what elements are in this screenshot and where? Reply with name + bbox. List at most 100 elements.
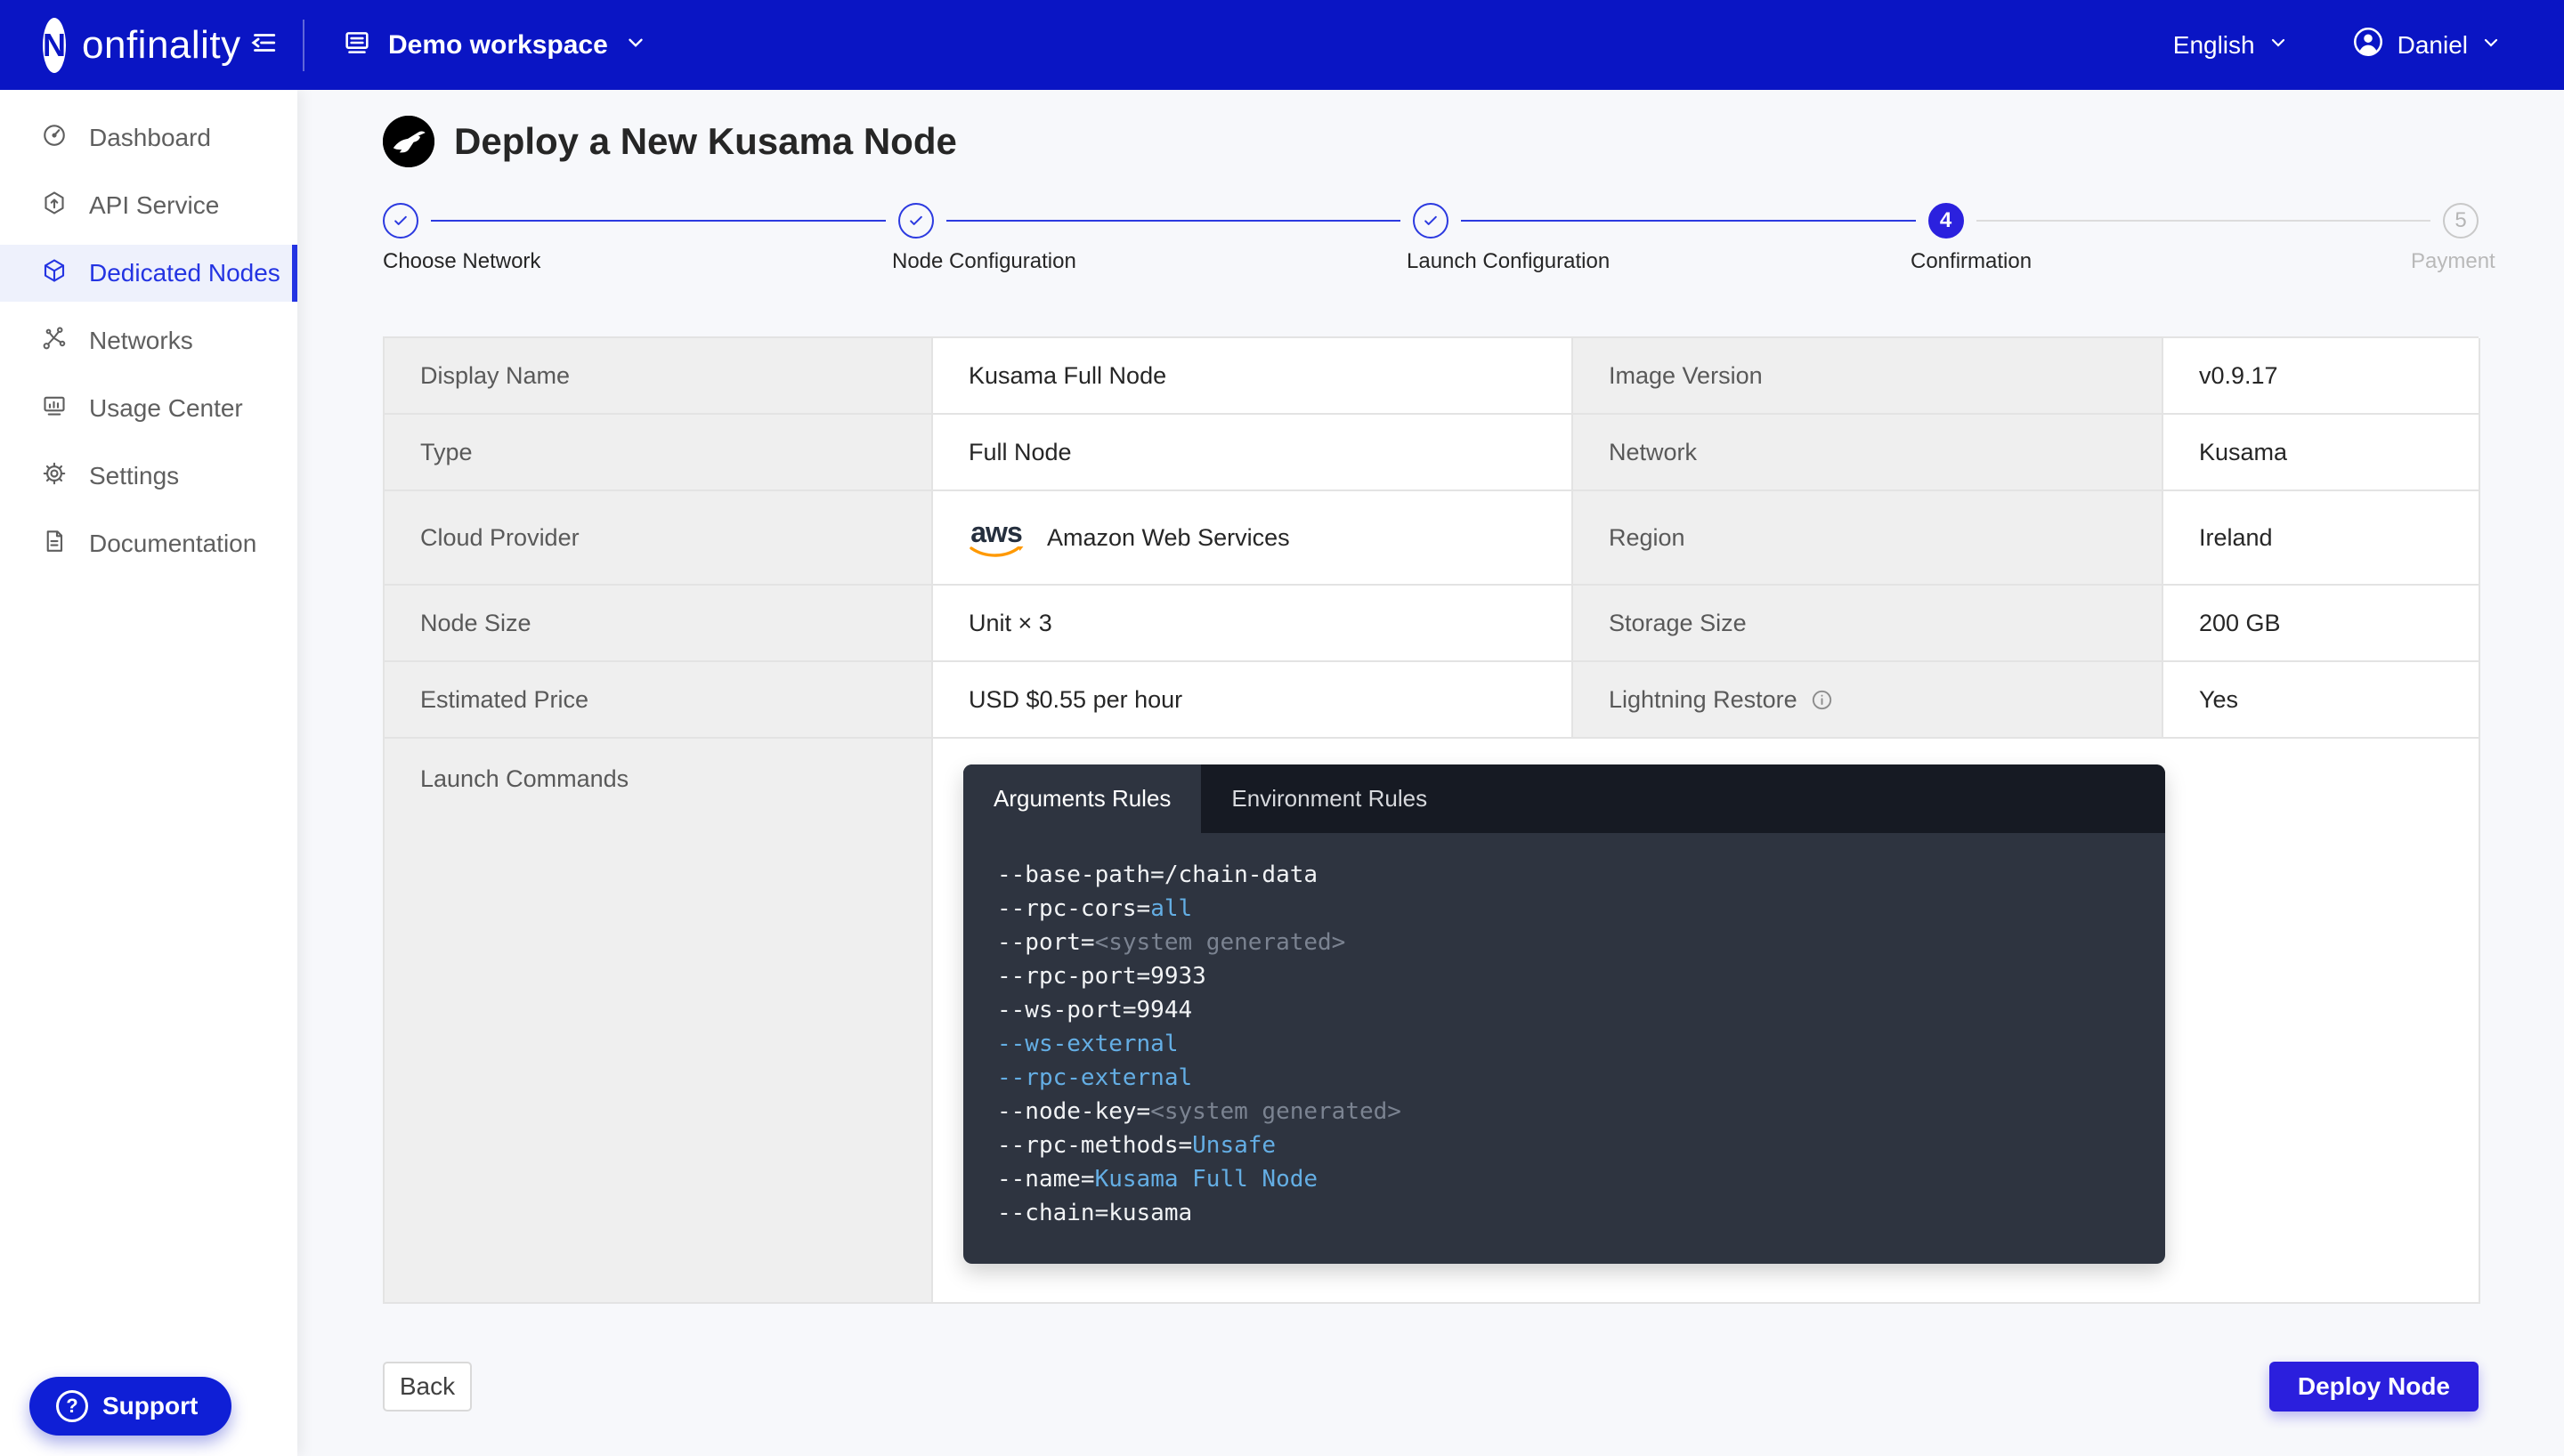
tab-label: Environment Rules: [1231, 785, 1427, 813]
code-line: --name=Kusama Full Node: [997, 1162, 2165, 1196]
tab-environment-rules[interactable]: Environment Rules: [1201, 764, 1457, 833]
code-text: <system generated>: [1095, 929, 1346, 956]
sidebar-item-label: Networks: [89, 327, 193, 355]
info-circle-icon[interactable]: [1810, 688, 1834, 712]
onfinality-logo[interactable]: N onfinality: [0, 18, 233, 73]
code-line: --chain=kusama: [997, 1196, 2165, 1230]
step-label-choose-network: Choose Network: [383, 249, 540, 274]
code-text: --node-key=: [997, 1098, 1150, 1125]
code-text: all: [1150, 895, 1192, 922]
brand-name: onfinality: [82, 23, 241, 68]
cell-label: Region: [1609, 524, 1685, 552]
dashboard-icon: [41, 122, 68, 155]
usage-center-icon: [41, 392, 68, 425]
kusama-logo-icon: [383, 116, 434, 167]
stepper-labels: Choose Network Node Configuration Launch…: [383, 249, 2479, 288]
sidebar-item-label: Documentation: [89, 530, 256, 558]
label-image-version: Image Version: [1573, 338, 2163, 415]
cell-label: Cloud Provider: [420, 524, 580, 552]
check-icon: [907, 212, 925, 230]
gear-icon: [41, 460, 68, 493]
code-line: --rpc-cors=all: [997, 892, 2165, 926]
value-cloud-provider: aws Amazon Web Services: [933, 491, 1573, 586]
cell-value: v0.9.17: [2199, 362, 2278, 390]
deploy-stepper: 4 5 Choose Network Node Configuration La…: [383, 203, 2479, 288]
code-text: --rpc-external: [997, 1064, 1192, 1091]
sidebar-item-dedicated-nodes[interactable]: Dedicated Nodes: [0, 245, 297, 302]
code-line: --rpc-methods=Unsafe: [997, 1128, 2165, 1162]
tab-arguments-rules[interactable]: Arguments Rules: [963, 764, 1201, 833]
back-button[interactable]: Back: [383, 1362, 472, 1412]
check-icon: [392, 212, 410, 230]
label-estimated-price: Estimated Price: [385, 662, 933, 739]
page-header: Deploy a New Kusama Node: [383, 116, 2479, 167]
cloud-provider-value: aws Amazon Web Services: [969, 518, 1290, 558]
step-number: 4: [1940, 208, 1951, 233]
aws-smile-icon: [969, 546, 1024, 558]
arguments-code-block: --base-path=/chain-data --rpc-cors=all -…: [963, 833, 2165, 1230]
page-title: Deploy a New Kusama Node: [454, 120, 957, 163]
sidebar-item-networks[interactable]: Networks: [0, 312, 297, 369]
cell-label: Storage Size: [1609, 610, 1747, 637]
launch-commands-panel: Arguments Rules Environment Rules --base…: [963, 764, 2165, 1264]
header-divider: [303, 20, 304, 71]
cell-label: Display Name: [420, 362, 570, 390]
sidebar-item-label: Dashboard: [89, 124, 211, 152]
sidebar-item-dashboard[interactable]: Dashboard: [0, 109, 297, 166]
chevron-down-icon: [624, 31, 647, 59]
sidebar-item-settings[interactable]: Settings: [0, 448, 297, 505]
language-label: English: [2173, 31, 2255, 60]
step-connector: [1461, 220, 1916, 222]
language-selector[interactable]: English: [2173, 31, 2289, 60]
app-window: N onfinality Demo workspace: [0, 0, 2564, 1456]
user-menu[interactable]: Daniel: [2351, 25, 2502, 65]
cell-label: Launch Commands: [420, 765, 629, 793]
sidebar-nav: Dashboard API Service Dedicated Nodes: [0, 90, 297, 1456]
code-text: --port=: [997, 929, 1095, 956]
check-icon: [1422, 212, 1440, 230]
header-right: English Daniel: [2173, 25, 2564, 65]
cell-value: Kusama Full Node: [969, 362, 1166, 390]
sidebar-item-label: API Service: [89, 191, 219, 220]
support-button[interactable]: ? Support: [29, 1377, 231, 1436]
label-display-name: Display Name: [385, 338, 933, 415]
top-header: N onfinality Demo workspace: [0, 0, 2564, 90]
confirmation-summary-table: Display Name Kusama Full Node Image Vers…: [383, 336, 2479, 1304]
value-storage-size: 200 GB: [2163, 586, 2480, 662]
sidebar-item-usage-center[interactable]: Usage Center: [0, 380, 297, 437]
chevron-down-icon: [2480, 31, 2502, 60]
value-lightning-restore: Yes: [2163, 662, 2480, 739]
code-text: --chain=kusama: [997, 1200, 1192, 1226]
sidebar-item-label: Settings: [89, 462, 179, 490]
sidebar-collapse-button[interactable]: [247, 28, 278, 62]
step-circle-payment: 5: [2443, 203, 2479, 239]
step-circle-node-configuration: [898, 203, 934, 239]
label-node-size: Node Size: [385, 586, 933, 662]
launch-rules-tabs: Arguments Rules Environment Rules: [963, 764, 2165, 833]
api-service-icon: [41, 190, 68, 222]
cell-value: USD $0.55 per hour: [969, 686, 1182, 714]
step-connector-pending: [1976, 220, 2431, 222]
sidebar-item-api-service[interactable]: API Service: [0, 177, 297, 234]
code-line: --rpc-port=9933: [997, 959, 2165, 993]
step-circle-confirmation: 4: [1928, 203, 1964, 239]
footer-actions: Back Deploy Node: [383, 1362, 2479, 1412]
workspace-selector[interactable]: Demo workspace: [342, 28, 647, 62]
code-line: --ws-port=9944: [997, 993, 2165, 1027]
cell-label: Node Size: [420, 610, 531, 637]
cell-label: Type: [420, 439, 473, 466]
deploy-node-button[interactable]: Deploy Node: [2269, 1362, 2479, 1412]
step-circle-launch-configuration: [1413, 203, 1448, 239]
workspace-name: Demo workspace: [388, 30, 608, 61]
step-label-launch-configuration: Launch Configuration: [1407, 249, 1610, 274]
code-line: --base-path=/chain-data: [997, 858, 2165, 892]
sidebar-item-documentation[interactable]: Documentation: [0, 515, 297, 572]
stepper-track: 4 5: [383, 203, 2479, 239]
code-text: <system generated>: [1150, 1098, 1401, 1125]
code-text: --base-path=/chain-data: [997, 861, 1318, 888]
question-icon: ?: [56, 1390, 88, 1422]
label-storage-size: Storage Size: [1573, 586, 2163, 662]
step-connector: [431, 220, 886, 222]
tab-label: Arguments Rules: [994, 785, 1171, 813]
cell-value: 200 GB: [2199, 610, 2281, 637]
